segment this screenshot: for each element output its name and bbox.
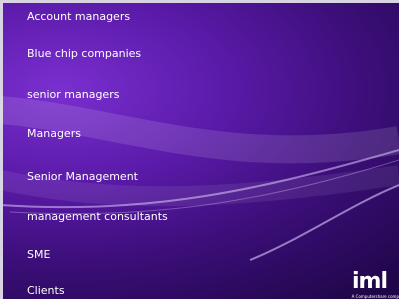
list-item-sme: SME [27,248,51,261]
list-item-account-managers: Account managers [27,10,131,23]
company-logo: iml [351,269,388,294]
presentation-slide: Account managers Blue chip companies sen… [0,0,399,299]
decorative-swoosh-lines [0,96,399,261]
logo-tagline: A Computershare comp [351,294,399,299]
list-item-senior-managers: senior managers [27,88,120,101]
list-item-managers: Managers [27,127,81,140]
list-item-senior-management: Senior Management [27,170,138,183]
list-item-blue-chip-companies: Blue chip companies [27,47,142,60]
list-item-management-consultants: management consultants [27,210,168,223]
list-item-clients: Clients [27,284,65,297]
